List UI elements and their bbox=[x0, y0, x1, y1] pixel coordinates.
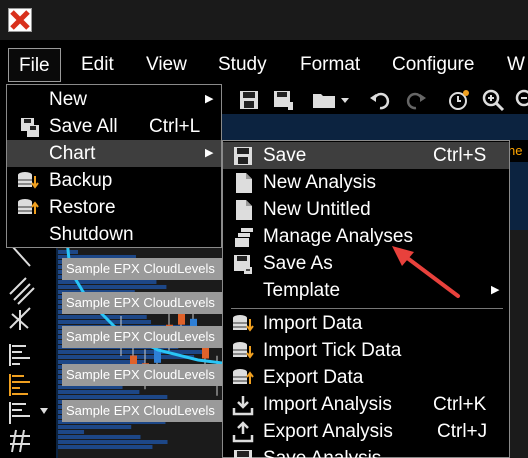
menu-format[interactable]: Format bbox=[290, 48, 370, 82]
volume-profile-bar bbox=[58, 395, 168, 399]
chart-menu-save-label: Save bbox=[263, 145, 307, 166]
study-label: Sample EPX CloudLevels bbox=[62, 258, 240, 280]
file-menu-new-label: New bbox=[49, 89, 88, 110]
file-menu-save-all-shortcut: Ctrl+L bbox=[149, 116, 201, 137]
database-restore-icon bbox=[17, 197, 39, 219]
file-menu-shutdown-label: Shutdown bbox=[49, 224, 134, 245]
chart-menu-save-shortcut: Ctrl+S bbox=[433, 145, 487, 166]
chart-menu-import-tick-data-label: Import Tick Data bbox=[263, 340, 402, 361]
submenu-arrow-icon: ▶ bbox=[491, 284, 500, 296]
save-icon[interactable] bbox=[237, 88, 261, 112]
chart-menu-new-untitled-label: New Untitled bbox=[263, 199, 371, 220]
alarm-clock-icon[interactable] bbox=[446, 88, 470, 112]
file-menu-shutdown[interactable]: Shutdown bbox=[7, 221, 221, 248]
file-menu-save-all[interactable]: Save All Ctrl+L bbox=[7, 113, 221, 140]
volume-profile-bar bbox=[58, 435, 141, 439]
volume-profile-bar bbox=[58, 440, 168, 444]
database-import-icon bbox=[232, 340, 254, 362]
chart-menu-export-analysis-shortcut: Ctrl+J bbox=[437, 421, 488, 442]
new-document-icon bbox=[233, 172, 255, 194]
chart-menu-import-analysis[interactable]: Import Analysis Ctrl+K bbox=[223, 391, 509, 418]
save-as-icon bbox=[232, 253, 254, 275]
annotation-arrow-icon bbox=[392, 246, 460, 298]
study-label: Sample EPX CloudLevels bbox=[62, 292, 240, 314]
chart-menu-save-as-label: Save As bbox=[263, 253, 333, 274]
submenu-arrow-icon: ▶ bbox=[205, 147, 214, 159]
volume-profile-bar bbox=[58, 320, 151, 324]
save-icon bbox=[232, 448, 254, 458]
menu-file[interactable]: File bbox=[8, 48, 61, 82]
file-menu-chart-label: Chart bbox=[49, 143, 96, 164]
file-menu-restore-label: Restore bbox=[49, 197, 116, 218]
volume-profile-bar bbox=[58, 280, 157, 284]
zoom-out-icon[interactable] bbox=[514, 88, 528, 112]
chart-menu-import-analysis-shortcut: Ctrl+K bbox=[433, 394, 487, 415]
menu-edit[interactable]: Edit bbox=[71, 48, 124, 82]
file-menu-new[interactable]: New ▶ bbox=[7, 86, 221, 113]
chart-menu-export-analysis-label: Export Analysis bbox=[263, 421, 393, 442]
chart-menu-import-analysis-label: Import Analysis bbox=[263, 394, 392, 415]
chart-menu-export-analysis[interactable]: Export Analysis Ctrl+J bbox=[223, 418, 509, 445]
database-export-icon bbox=[232, 367, 254, 389]
volume-profile-bar bbox=[58, 285, 167, 289]
study-label: Sample EPX CloudLevels bbox=[62, 400, 240, 422]
menu-study[interactable]: Study bbox=[208, 48, 277, 82]
submenu-arrow-icon: ▶ bbox=[205, 93, 214, 105]
chart-menu-new-untitled[interactable]: New Untitled bbox=[223, 196, 509, 223]
file-menu-restore[interactable]: Restore bbox=[7, 194, 221, 221]
volume-profile-bar bbox=[58, 430, 85, 434]
chart-menu-import-data[interactable]: Import Data bbox=[223, 310, 509, 337]
study-label: Sample EPX CloudLevels bbox=[62, 364, 240, 386]
file-menu-chart[interactable]: Chart ▶ bbox=[7, 140, 221, 167]
import-tray-icon bbox=[232, 394, 254, 416]
chart-menu-import-data-label: Import Data bbox=[263, 313, 363, 334]
save-icon bbox=[232, 145, 254, 167]
file-menu-backup-label: Backup bbox=[49, 170, 113, 191]
zoom-in-icon[interactable] bbox=[481, 88, 505, 112]
volume-profile-bar bbox=[58, 355, 195, 359]
chart-menu-new-analysis[interactable]: New Analysis bbox=[223, 169, 509, 196]
database-import-icon bbox=[232, 313, 254, 335]
study-label: Sample EPX CloudLevels bbox=[62, 326, 240, 348]
app-logo-icon bbox=[8, 8, 32, 32]
chart-menu-import-tick-data[interactable]: Import Tick Data bbox=[223, 337, 509, 364]
open-folder-icon[interactable] bbox=[311, 88, 351, 112]
file-menu: New ▶ Save All Ctrl+L Chart ▶ Backup Res… bbox=[6, 84, 222, 248]
file-menu-save-all-label: Save All bbox=[49, 116, 118, 137]
chart-menu-save-analysis-label: Save Analysis bbox=[263, 445, 381, 458]
volume-profile-bar bbox=[58, 445, 153, 449]
chart-menu-export-data[interactable]: Export Data bbox=[223, 364, 509, 391]
menu-configure[interactable]: Configure bbox=[382, 48, 484, 82]
menu-window[interactable]: W bbox=[497, 48, 528, 82]
menu-bar: File Edit View Study Format Configure W bbox=[0, 40, 528, 84]
menu-separator bbox=[231, 308, 503, 309]
chart-menu-template-label: Template bbox=[263, 280, 341, 301]
volume-profile-bar bbox=[58, 390, 140, 394]
chart-menu-save-analysis[interactable]: Save Analysis bbox=[223, 445, 509, 458]
file-menu-backup[interactable]: Backup bbox=[7, 167, 221, 194]
volume-profile-bar bbox=[58, 425, 132, 429]
chart-menu-export-data-label: Export Data bbox=[263, 367, 364, 388]
chart-menu-save[interactable]: Save Ctrl+S bbox=[223, 142, 509, 169]
export-tray-icon bbox=[232, 421, 254, 443]
save-all-icon bbox=[19, 116, 41, 138]
undo-icon[interactable] bbox=[368, 88, 392, 112]
menu-view[interactable]: View bbox=[136, 48, 197, 82]
chart-menu-new-analysis-label: New Analysis bbox=[263, 172, 376, 193]
new-document-icon bbox=[233, 199, 255, 221]
manage-windows-icon bbox=[233, 226, 255, 248]
title-bar bbox=[0, 0, 528, 40]
redo-icon[interactable] bbox=[404, 88, 428, 112]
database-backup-icon bbox=[17, 170, 39, 192]
save-all-icon[interactable] bbox=[271, 88, 295, 112]
